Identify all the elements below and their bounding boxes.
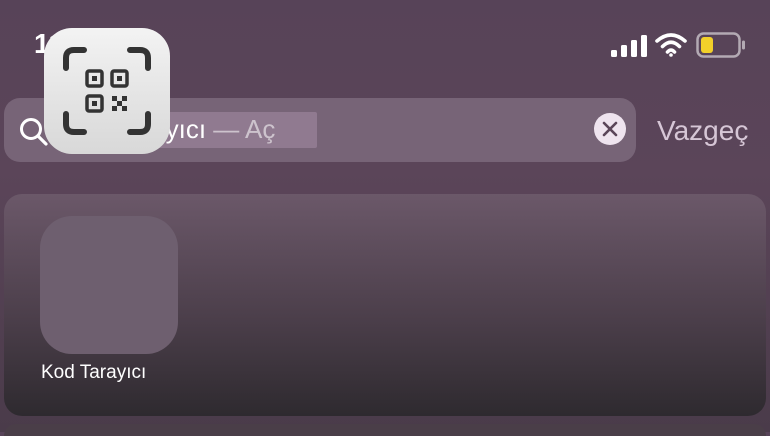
app-icon-highlight <box>40 216 178 354</box>
cellular-signal-icon <box>611 35 647 57</box>
app-result-kod-tarayici[interactable] <box>44 28 170 154</box>
search-suggestion-suffix: — Aç <box>206 114 276 144</box>
close-icon <box>602 121 618 137</box>
battery-low-icon <box>696 32 745 58</box>
wifi-icon <box>655 33 687 57</box>
clear-search-button[interactable] <box>594 113 626 145</box>
qr-code-scanner-icon <box>63 47 151 135</box>
next-section-card <box>4 424 766 436</box>
cancel-button[interactable]: Vazgeç <box>657 115 748 147</box>
app-result-label: Kod Tarayıcı <box>41 362 147 383</box>
